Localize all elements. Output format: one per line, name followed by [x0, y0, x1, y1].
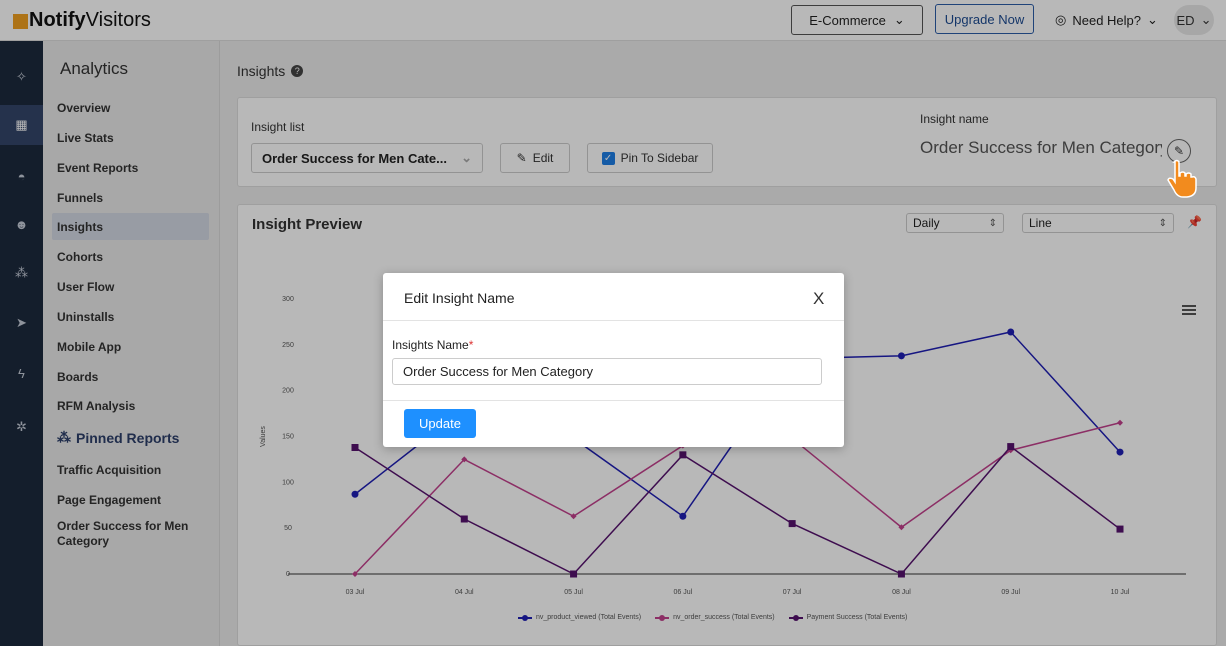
edit-insight-name-modal: Edit Insight Name X Insights Name* Updat…	[383, 273, 844, 447]
modal-divider	[383, 400, 844, 401]
required-mark: *	[468, 338, 474, 352]
insights-name-label: Insights Name*	[392, 338, 473, 352]
modal-title: Edit Insight Name	[404, 290, 515, 306]
update-button[interactable]: Update	[404, 409, 476, 438]
modal-divider	[383, 320, 844, 321]
modal-close-button[interactable]: X	[813, 289, 824, 309]
insights-name-label-text: Insights Name	[392, 338, 469, 352]
hand-pointer-cursor-icon	[1167, 159, 1197, 198]
insights-name-input[interactable]	[392, 358, 822, 385]
